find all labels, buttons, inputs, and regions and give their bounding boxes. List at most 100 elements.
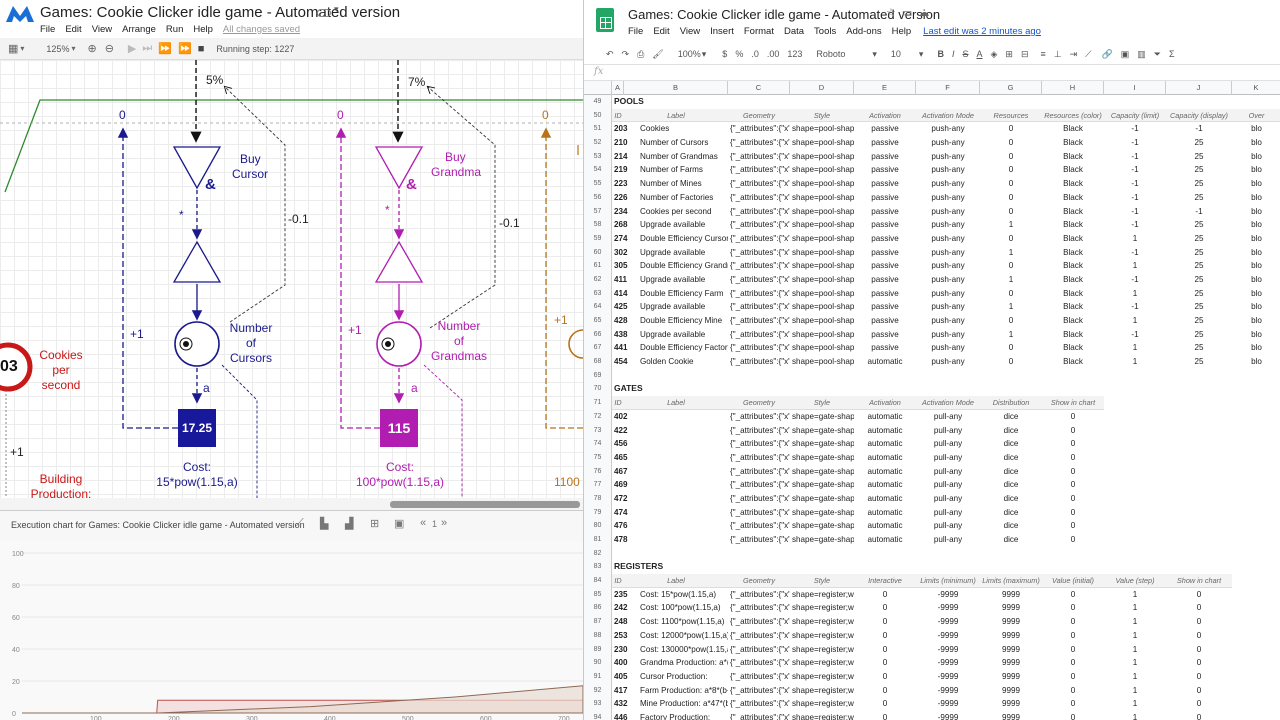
- cell[interactable]: push-any: [916, 136, 980, 150]
- cell[interactable]: Black: [1042, 232, 1104, 246]
- cell[interactable]: 0: [1042, 519, 1104, 533]
- menu-edit[interactable]: Edit: [65, 24, 81, 35]
- cell[interactable]: 0: [1042, 684, 1104, 698]
- row-number[interactable]: 56: [584, 190, 612, 205]
- cell[interactable]: 9999: [980, 711, 1042, 720]
- cell[interactable]: Black: [1042, 122, 1104, 136]
- cell[interactable]: shape=pool-shap: [790, 232, 854, 246]
- chart-bar-icon[interactable]: ▙: [320, 517, 328, 530]
- cell[interactable]: Activation: [854, 396, 916, 410]
- cell[interactable]: 405: [612, 670, 638, 684]
- cell[interactable]: 1: [980, 273, 1042, 287]
- cell[interactable]: {"_attributes":{"x": [728, 615, 790, 629]
- cell[interactable]: passive: [854, 177, 916, 191]
- cell[interactable]: 1: [1104, 287, 1166, 301]
- zoom-out-icon[interactable]: ⊖: [105, 42, 114, 55]
- cell[interactable]: [638, 478, 728, 492]
- row-number[interactable]: 70: [584, 382, 612, 397]
- cell[interactable]: 0: [1042, 615, 1104, 629]
- zoom-select[interactable]: 125%: [46, 44, 69, 54]
- move-folder-icon[interactable]: ▭: [902, 7, 918, 19]
- cell[interactable]: shape=pool-shap: [790, 177, 854, 191]
- cell[interactable]: 1: [1104, 684, 1166, 698]
- cell[interactable]: -1: [1104, 163, 1166, 177]
- cell[interactable]: automatic: [854, 492, 916, 506]
- column-header[interactable]: K: [1232, 81, 1280, 95]
- cell[interactable]: shape=register;w: [790, 670, 854, 684]
- cell[interactable]: 1: [1104, 355, 1166, 369]
- cell[interactable]: Black: [1042, 150, 1104, 164]
- cell[interactable]: {"_attributes":{"x": [728, 122, 790, 136]
- cell[interactable]: {"_attributes":{"x": [728, 711, 790, 720]
- cell[interactable]: blo: [1232, 218, 1280, 232]
- menu-run[interactable]: Run: [166, 24, 183, 35]
- row-number[interactable]: 78: [584, 491, 612, 506]
- menu-arrange[interactable]: Arrange: [122, 24, 156, 35]
- cell[interactable]: automatic: [854, 410, 916, 424]
- cell[interactable]: Factory Production:: [638, 711, 728, 720]
- cell[interactable]: 432: [612, 697, 638, 711]
- cell[interactable]: shape=register;w: [790, 615, 854, 629]
- increase-decimal-button[interactable]: .00: [767, 49, 780, 59]
- cell[interactable]: [638, 424, 728, 438]
- cell[interactable]: shape=register;w: [790, 656, 854, 670]
- comment-icon[interactable]: ▣: [1121, 49, 1130, 60]
- row-number[interactable]: 62: [584, 272, 612, 287]
- menu-addons[interactable]: Add-ons: [846, 26, 881, 37]
- cell[interactable]: blo: [1232, 232, 1280, 246]
- cell[interactable]: {"_attributes":{"x": [728, 328, 790, 342]
- cell[interactable]: 1: [1104, 670, 1166, 684]
- cell[interactable]: 234: [612, 205, 638, 219]
- cell[interactable]: 25: [1166, 191, 1232, 205]
- cell[interactable]: push-any: [916, 287, 980, 301]
- cell[interactable]: Black: [1042, 191, 1104, 205]
- cell[interactable]: -1: [1166, 205, 1232, 219]
- merge-icon[interactable]: ⊟: [1021, 49, 1029, 60]
- cell[interactable]: shape=pool-shap: [790, 314, 854, 328]
- cell[interactable]: 0: [1042, 588, 1104, 602]
- cell[interactable]: shape=register;w: [790, 629, 854, 643]
- bold-icon[interactable]: B: [937, 49, 944, 59]
- column-header[interactable]: I: [1104, 81, 1166, 95]
- cell[interactable]: 1: [1104, 697, 1166, 711]
- cell[interactable]: [638, 492, 728, 506]
- row-number[interactable]: 49: [584, 95, 612, 109]
- zoom-caret-icon[interactable]: ▾: [71, 44, 75, 53]
- cell[interactable]: -1: [1104, 273, 1166, 287]
- cell[interactable]: 0: [854, 615, 916, 629]
- saved-status[interactable]: All changes saved: [223, 24, 300, 35]
- cell[interactable]: Style: [790, 574, 854, 588]
- cell[interactable]: shape=pool-shap: [790, 328, 854, 342]
- cell[interactable]: {"_attributes":{"x": [728, 191, 790, 205]
- cell[interactable]: Number of Cursors: [638, 136, 728, 150]
- row-number[interactable]: 91: [584, 669, 612, 684]
- row-number[interactable]: 58: [584, 218, 612, 232]
- cell[interactable]: 253: [612, 629, 638, 643]
- cell[interactable]: pull-any: [916, 533, 980, 547]
- cell[interactable]: push-any: [916, 218, 980, 232]
- row-number[interactable]: 52: [584, 136, 612, 150]
- cell[interactable]: 0: [1042, 437, 1104, 451]
- cell[interactable]: -9999: [916, 629, 980, 643]
- cell[interactable]: push-any: [916, 328, 980, 342]
- cell[interactable]: 0: [1042, 670, 1104, 684]
- cell[interactable]: Label: [624, 574, 728, 588]
- cell[interactable]: 1: [1104, 656, 1166, 670]
- chart-icon[interactable]: ▥: [1137, 49, 1146, 60]
- cell[interactable]: passive: [854, 300, 916, 314]
- cell[interactable]: Cost: 12000*pow(1.15,a): [638, 629, 728, 643]
- cell[interactable]: shape=gate-shap: [790, 465, 854, 479]
- cell[interactable]: blo: [1232, 150, 1280, 164]
- cell[interactable]: shape=pool-shap: [790, 273, 854, 287]
- cell[interactable]: Cursor Production:: [638, 670, 728, 684]
- fill-color-icon[interactable]: ◈: [991, 49, 998, 60]
- cell[interactable]: -1: [1166, 122, 1232, 136]
- cell[interactable]: push-any: [916, 300, 980, 314]
- cell[interactable]: shape=gate-shap: [790, 410, 854, 424]
- cell[interactable]: Black: [1042, 355, 1104, 369]
- cell[interactable]: -9999: [916, 643, 980, 657]
- fast-forward-icon[interactable]: ⏩: [158, 42, 172, 55]
- cell[interactable]: {"_attributes":{"x": [728, 232, 790, 246]
- cell[interactable]: passive: [854, 246, 916, 260]
- cell[interactable]: {"_attributes":{"x": [728, 424, 790, 438]
